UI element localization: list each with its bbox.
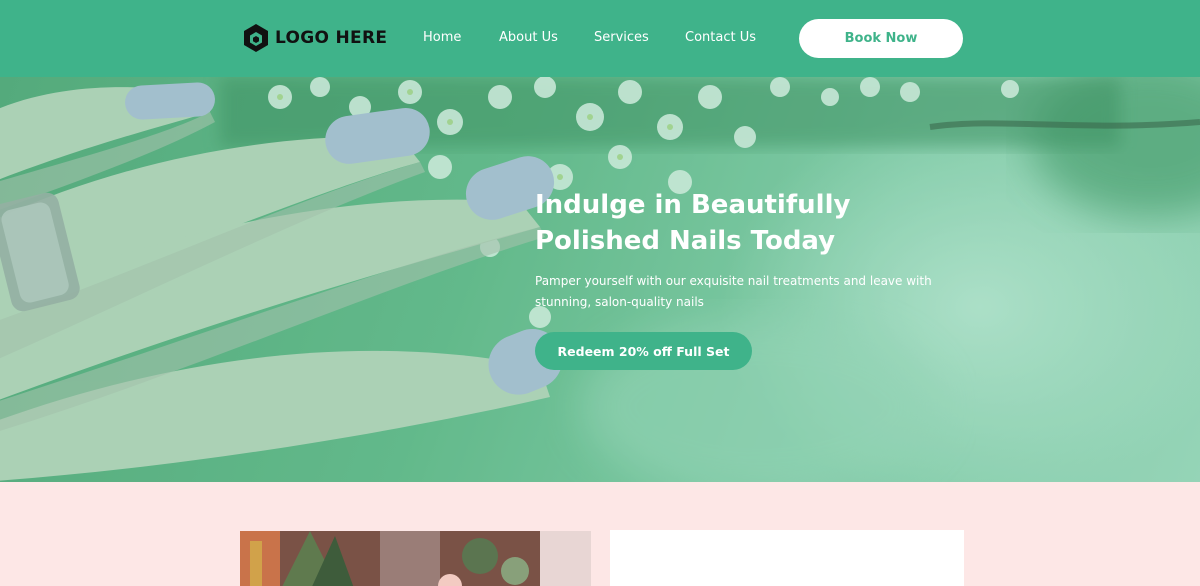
- logo-text: LOGO HERE: [275, 28, 388, 48]
- book-now-button[interactable]: Book Now: [799, 19, 963, 58]
- info-card: [610, 530, 964, 586]
- hero-subtitle: Pamper yourself with our exquisite nail …: [535, 274, 932, 309]
- nav-about-us[interactable]: About Us: [499, 30, 558, 45]
- nav-contact-us[interactable]: Contact Us: [685, 30, 756, 45]
- redeem-offer-button[interactable]: Redeem 20% off Full Set: [535, 332, 752, 370]
- nav-home[interactable]: Home: [423, 30, 461, 45]
- features-section: [0, 482, 1200, 586]
- salon-photo: [240, 531, 591, 586]
- logo[interactable]: LOGO HERE: [241, 22, 387, 54]
- hero-section: Indulge in Beautifully Polished Nails To…: [0, 77, 1200, 482]
- hero-title: Indulge in Beautifully Polished Nails To…: [535, 190, 851, 256]
- hexagon-logo-icon: [244, 24, 268, 52]
- site-header: LOGO HERE Home About Us Services Contact…: [0, 0, 1200, 77]
- plants-image: [240, 531, 591, 586]
- nav-services[interactable]: Services: [594, 30, 649, 45]
